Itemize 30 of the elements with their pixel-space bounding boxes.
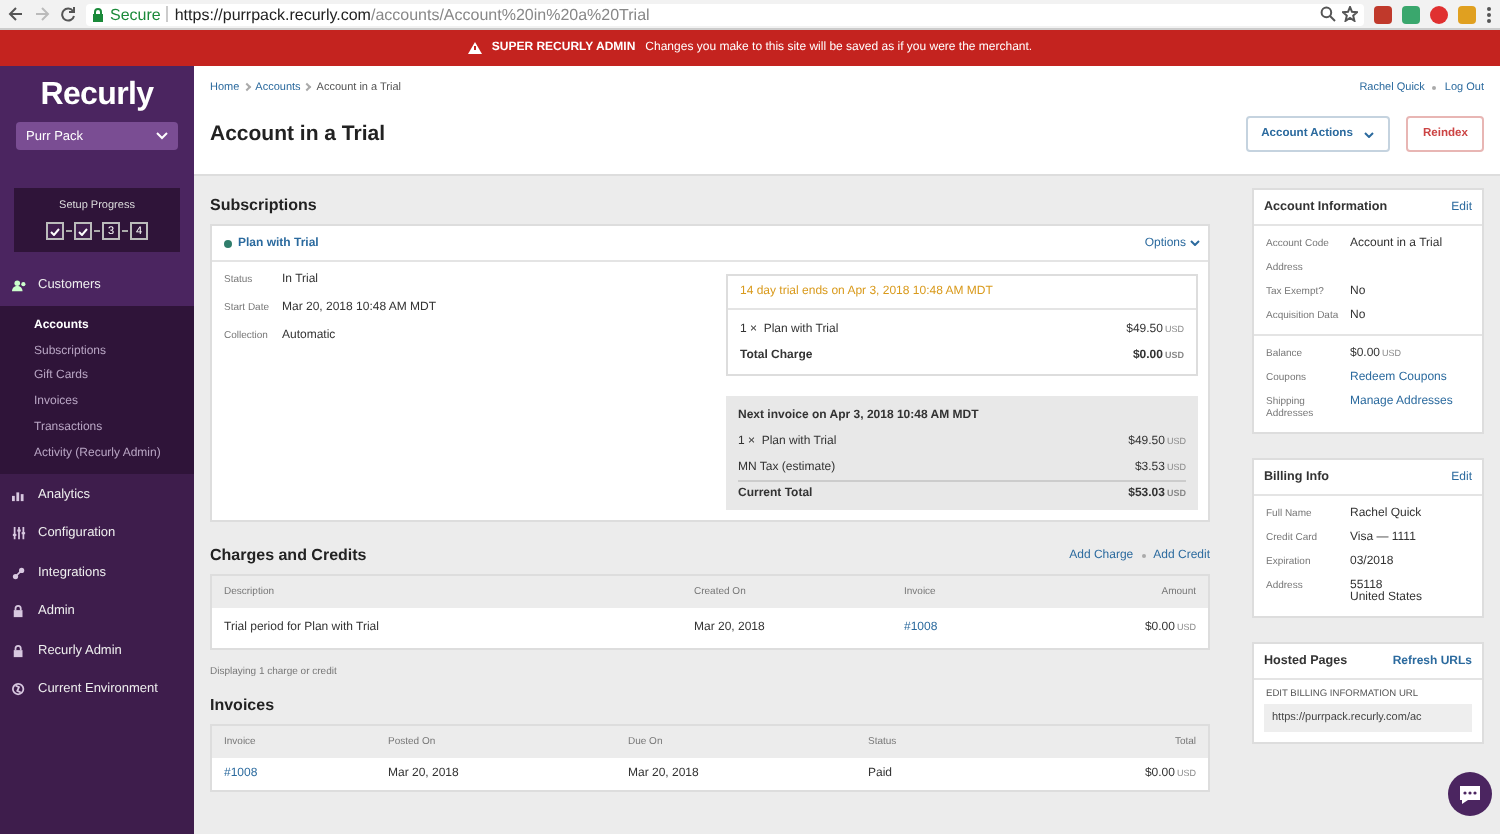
menu-icon[interactable] <box>1486 5 1492 23</box>
caret-icon <box>1190 240 1200 246</box>
section-title: Charges and Credits <box>210 546 367 564</box>
lock-icon <box>12 604 26 619</box>
zoom-icon[interactable] <box>1320 6 1336 22</box>
globe-icon <box>12 682 26 697</box>
people-icon <box>12 278 26 293</box>
plug-icon <box>12 565 26 580</box>
reload-icon[interactable] <box>60 6 76 22</box>
secure-label: Secure <box>110 5 161 23</box>
lock-icon <box>12 643 26 658</box>
caret-icon <box>1364 131 1375 137</box>
setup-step[interactable] <box>46 222 64 240</box>
check-icon <box>50 227 60 235</box>
back-icon[interactable] <box>8 6 24 22</box>
lock-icon <box>92 7 104 21</box>
setup-step[interactable] <box>74 222 92 240</box>
star-icon[interactable] <box>1342 6 1358 22</box>
address-bar[interactable]: Secure https://purrpack.recurly.com/accounts/Account%20in%20a%20Trial <box>86 3 1364 25</box>
check-icon <box>78 227 88 235</box>
logo: Recurly <box>40 78 154 114</box>
bar-chart-icon <box>12 487 26 502</box>
page-title: Account in a Trial <box>210 122 386 146</box>
section-title: Invoices <box>210 696 277 714</box>
url-text: https://purrpack.recurly.com/accounts/Account%20in%20a%20Trial <box>174 5 650 23</box>
section-title: Subscriptions <box>210 196 319 214</box>
caret-icon <box>156 132 168 140</box>
sliders-icon <box>12 526 26 541</box>
warning-icon <box>467 42 482 54</box>
chat-icon[interactable] <box>1448 772 1492 816</box>
